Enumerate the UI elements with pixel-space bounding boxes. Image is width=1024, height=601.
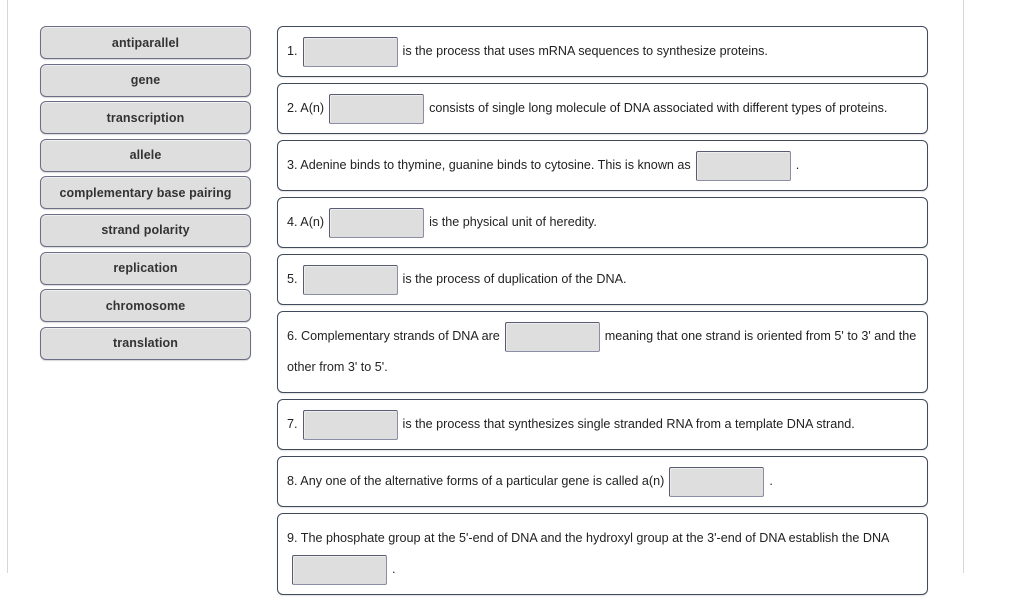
- question-panel: 1. is the process that uses mRNA sequence…: [277, 26, 928, 77]
- answer-drop-zone[interactable]: [669, 466, 765, 497]
- word-bank-chip-label: chromosome: [105, 298, 186, 313]
- question-text: 6. Complementary strands of DNA are: [287, 329, 500, 343]
- word-bank-chip-label: gene: [130, 73, 161, 88]
- drag-drop-exercise: antiparallel gene transcription allele compl…: [8, 0, 963, 595]
- question-body: 8. Any one of the alternative forms of a…: [287, 466, 917, 497]
- question-text: .: [795, 158, 800, 172]
- page-frame: antiparallel gene transcription allele compl…: [7, 0, 964, 595]
- answer-drop-zone[interactable]: [302, 264, 398, 295]
- word-bank-chip[interactable]: strand polarity: [40, 213, 251, 247]
- question-text: is the physical unit of heredity.: [429, 215, 597, 229]
- word-bank-chip[interactable]: chromosome: [40, 289, 251, 323]
- question-text: 1.: [287, 44, 298, 58]
- word-bank-chip-label: transcription: [106, 110, 185, 125]
- word-bank-chip-label: strand polarity: [101, 223, 190, 238]
- question-text: 8. Any one of the alternative forms of a…: [287, 474, 665, 488]
- answer-drop-zone[interactable]: [329, 207, 425, 238]
- word-bank-chip[interactable]: complementary base pairing: [40, 176, 251, 210]
- word-bank-chip-label: translation: [113, 336, 178, 351]
- question-panel: 9. The phosphate group at the 5'-end of …: [277, 513, 928, 595]
- question-panel: 7. is the process that synthesizes single…: [277, 399, 928, 450]
- question-panel: 5. is the process of duplication of the D…: [277, 254, 928, 305]
- answer-drop-zone[interactable]: [302, 409, 398, 440]
- word-bank-chip[interactable]: transcription: [40, 101, 251, 135]
- question-text: 5.: [287, 272, 298, 286]
- question-text: consists of single long molecule of DNA …: [429, 101, 888, 115]
- word-bank-chip[interactable]: replication: [40, 251, 251, 285]
- question-body: 7. is the process that synthesizes single…: [287, 409, 917, 440]
- answer-drop-zone[interactable]: [329, 93, 425, 124]
- word-bank-chip[interactable]: gene: [40, 63, 251, 97]
- question-text: is the process of duplication of the DNA…: [402, 272, 627, 286]
- question-text: 7.: [287, 417, 298, 431]
- question-text: is the process that synthesizes single s…: [402, 417, 855, 431]
- question-text: 2. A(n): [287, 101, 325, 115]
- answer-drop-zone[interactable]: [695, 150, 791, 181]
- word-bank-chip-label: antiparallel: [111, 35, 180, 50]
- question-panel: 8. Any one of the alternative forms of a…: [277, 456, 928, 507]
- question-text: 3. Adenine binds to thymine, guanine bin…: [287, 158, 691, 172]
- answer-drop-zone[interactable]: [504, 321, 600, 352]
- question-text: is the process that uses mRNA sequences …: [402, 44, 768, 58]
- word-bank-chip[interactable]: translation: [40, 326, 251, 360]
- question-body: 5. is the process of duplication of the D…: [287, 264, 917, 295]
- question-body: 1. is the process that uses mRNA sequence…: [287, 36, 917, 67]
- word-bank-chip[interactable]: allele: [40, 138, 251, 172]
- question-body: 3. Adenine binds to thymine, guanine bin…: [287, 150, 917, 181]
- question-text: .: [392, 562, 396, 576]
- word-bank-chip-label: replication: [113, 261, 178, 276]
- question-panel: 2. A(n) consists of single long molecule …: [277, 83, 928, 134]
- word-bank: antiparallel gene transcription allele compl…: [40, 26, 251, 364]
- question-panel: 3. Adenine binds to thymine, guanine bin…: [277, 140, 928, 191]
- question-body: 6. Complementary strands of DNA are meani…: [287, 321, 917, 383]
- question-panel: 6. Complementary strands of DNA are meani…: [277, 311, 928, 393]
- question-list: 1. is the process that uses mRNA sequence…: [277, 26, 928, 601]
- question-body: 9. The phosphate group at the 5'-end of …: [287, 523, 917, 585]
- answer-drop-zone[interactable]: [302, 36, 398, 67]
- word-bank-chip[interactable]: antiparallel: [40, 26, 251, 59]
- question-body: 2. A(n) consists of single long molecule …: [287, 93, 917, 124]
- question-text: 4. A(n): [287, 215, 325, 229]
- question-text: .: [769, 474, 773, 488]
- answer-drop-zone[interactable]: [292, 554, 387, 585]
- word-bank-chip-label: complementary base pairing: [59, 185, 232, 200]
- word-bank-chip-label: allele: [129, 148, 162, 163]
- question-text: 9. The phosphate group at the 5'-end of …: [287, 531, 890, 545]
- question-body: 4. A(n) is the physical unit of heredity.: [287, 207, 917, 238]
- question-panel: 4. A(n) is the physical unit of heredity.: [277, 197, 928, 248]
